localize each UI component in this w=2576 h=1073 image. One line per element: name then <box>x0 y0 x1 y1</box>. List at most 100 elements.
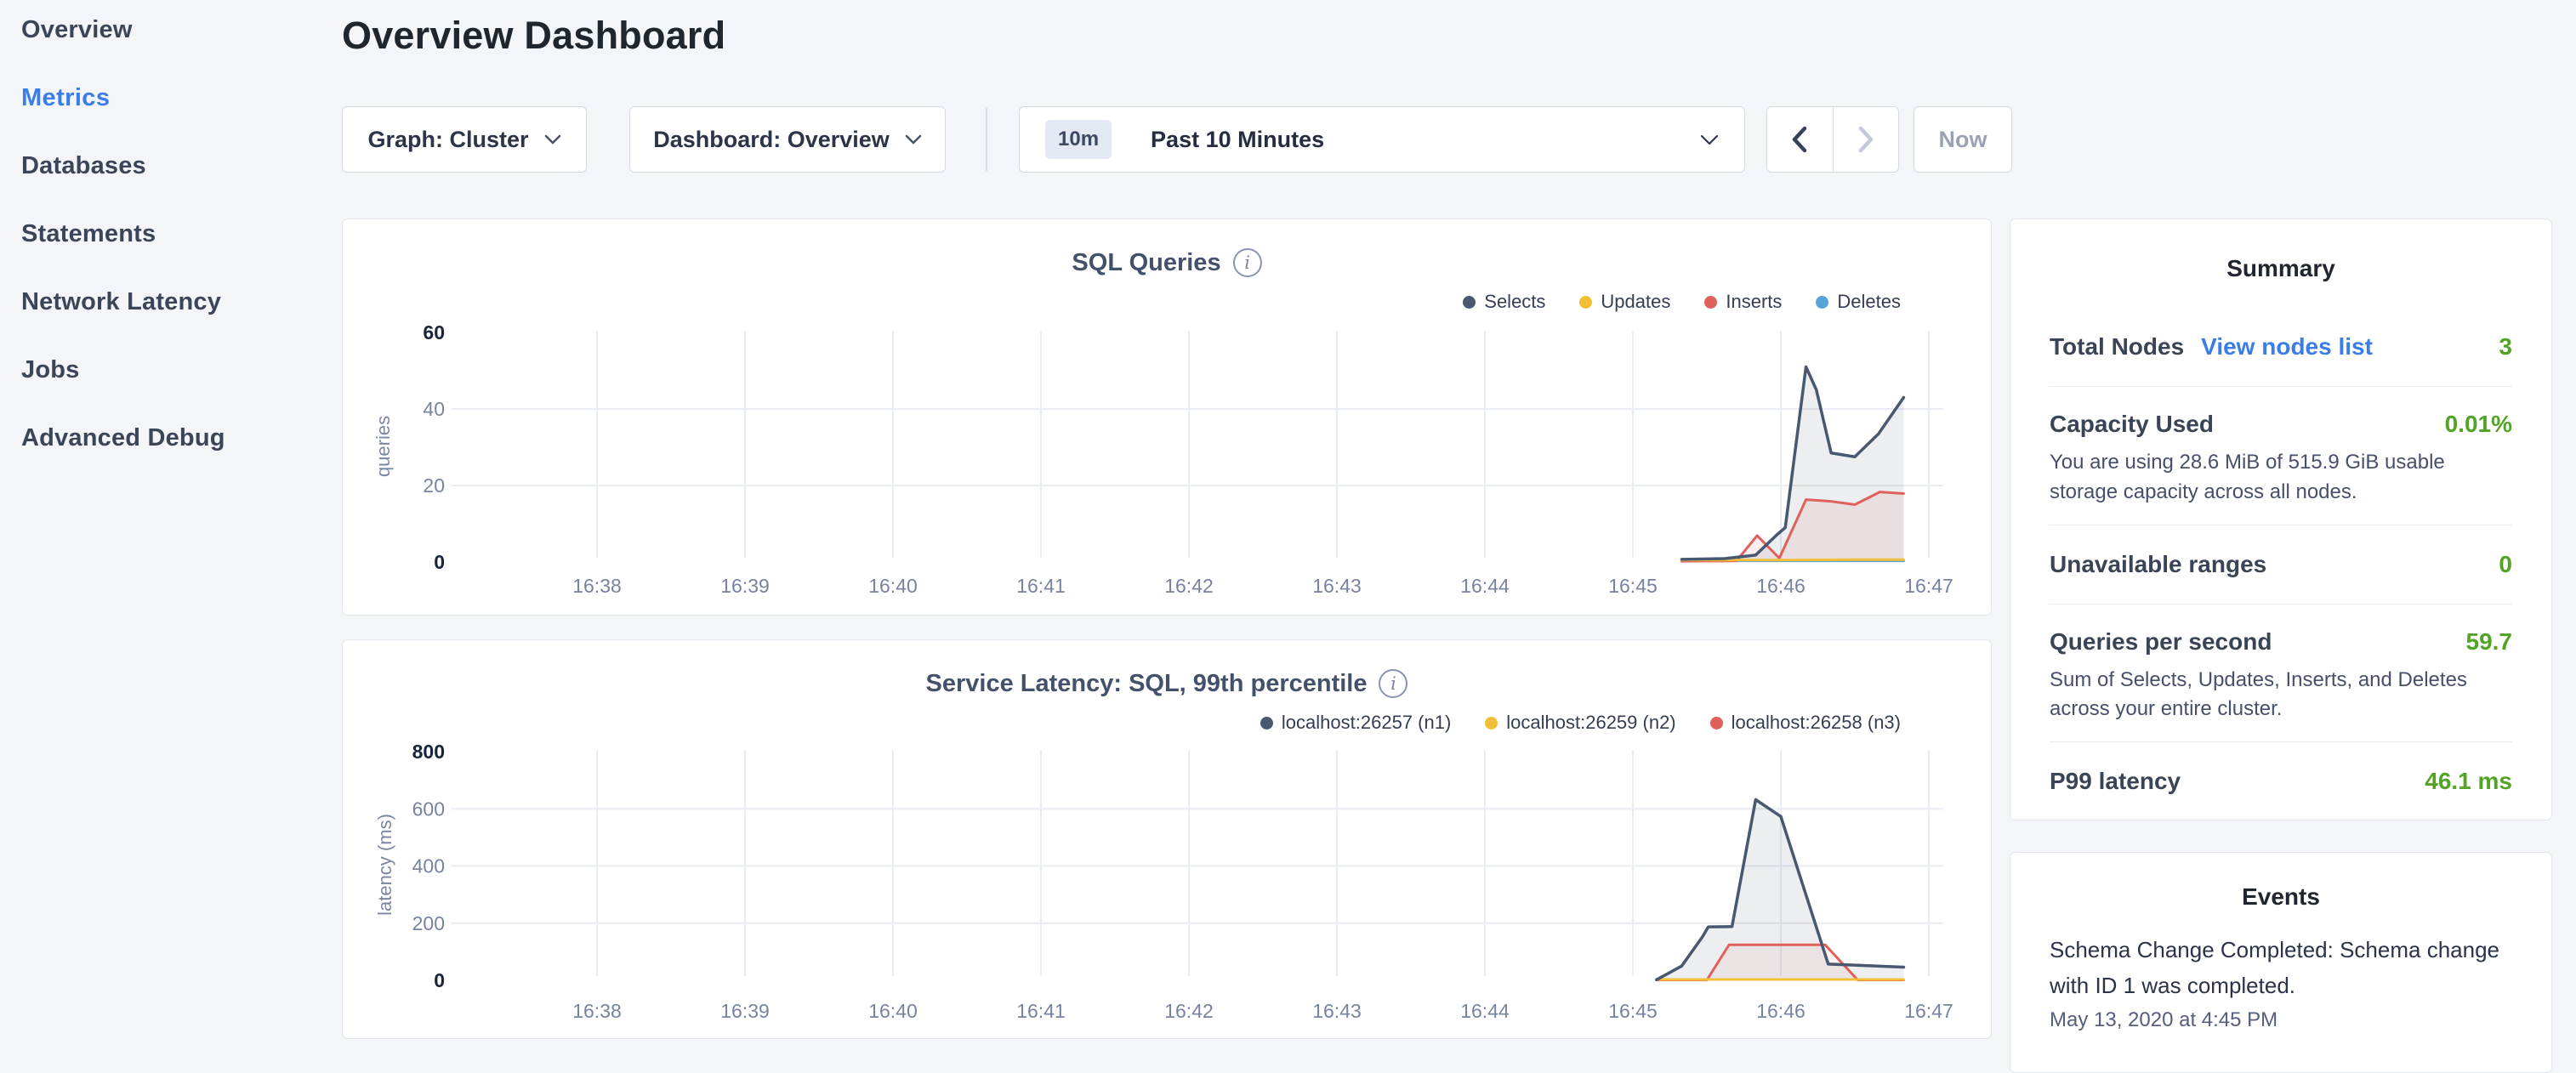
svg-text:16:40: 16:40 <box>868 575 918 597</box>
graph-dropdown-label: Graph: Cluster <box>367 127 528 153</box>
svg-text:200: 200 <box>412 912 445 934</box>
sql-queries-chart-svg: 16:3816:3916:4016:4116:4216:4316:4416:45… <box>343 219 1992 616</box>
summary-row-queries-per-second: Queries per second 59.7 Sum of Selects, … <box>2050 605 2512 743</box>
summary-value: 46.1 ms <box>2425 768 2512 795</box>
toolbar-divider <box>986 108 987 171</box>
legend-dot-icon <box>1260 717 1273 730</box>
legend-dot-icon <box>1579 296 1592 309</box>
svg-text:16:44: 16:44 <box>1460 575 1510 597</box>
svg-text:16:40: 16:40 <box>868 1000 918 1022</box>
svg-text:16:42: 16:42 <box>1164 1000 1214 1022</box>
time-range-badge: 10m <box>1045 120 1112 159</box>
svg-text:16:41: 16:41 <box>1016 575 1066 597</box>
svg-text:40: 40 <box>423 398 445 420</box>
svg-text:16:44: 16:44 <box>1460 1000 1510 1022</box>
info-icon[interactable]: i <box>1379 669 1407 698</box>
time-back-button[interactable] <box>1766 106 1833 173</box>
chevron-down-icon <box>905 134 922 145</box>
chevron-down-icon <box>544 134 561 145</box>
legend-item: Updates <box>1579 291 1670 313</box>
summary-panel: Summary Total Nodes View nodes list 3 Ca… <box>2010 219 2552 820</box>
summary-value: 0.01% <box>2445 411 2512 438</box>
svg-text:20: 20 <box>423 474 445 497</box>
legend-item: Deletes <box>1816 291 1901 313</box>
svg-text:0: 0 <box>434 551 445 573</box>
legend-dot-icon <box>1704 296 1717 309</box>
svg-text:16:43: 16:43 <box>1312 1000 1362 1022</box>
svg-text:0: 0 <box>434 969 445 991</box>
summary-row-p99-latency: P99 latency 46.1 ms <box>2050 742 2512 820</box>
legend-label: localhost:26257 (n1) <box>1282 712 1451 734</box>
summary-row-capacity-used: Capacity Used 0.01% You are using 28.6 M… <box>2050 387 2512 525</box>
summary-label: Total Nodes <box>2050 333 2184 361</box>
summary-label: Capacity Used <box>2050 411 2214 438</box>
y-axis-label: queries <box>372 416 395 477</box>
event-timestamp: May 13, 2020 at 4:45 PM <box>2050 1008 2512 1032</box>
legend-dot-icon <box>1485 717 1498 730</box>
svg-text:16:45: 16:45 <box>1608 1000 1658 1022</box>
legend-item: localhost:26257 (n1) <box>1260 712 1451 734</box>
dashboard-dropdown-label: Dashboard: Overview <box>653 127 890 153</box>
legend-item: localhost:26259 (n2) <box>1485 712 1675 734</box>
svg-text:16:38: 16:38 <box>572 1000 622 1022</box>
svg-text:16:41: 16:41 <box>1016 1000 1066 1022</box>
summary-value: 0 <box>2499 551 2512 578</box>
legend-item: Selects <box>1463 291 1545 313</box>
view-nodes-list-link[interactable]: View nodes list <box>2201 333 2373 361</box>
legend-dot-icon <box>1463 296 1476 309</box>
chart-title: SQL Queries <box>1072 249 1220 277</box>
sql-queries-legend: Selects Updates Inserts Deletes <box>1463 291 1901 313</box>
latency-chart-card: 16:38 16:39 16:40 16:41 16:42 16:43 16:44 16:45… <box>342 639 1992 1039</box>
summary-label: Queries per second <box>2050 628 2272 656</box>
sidebar-item-metrics[interactable]: Metrics <box>21 85 225 111</box>
sidebar-item-overview[interactable]: Overview <box>21 17 225 43</box>
svg-text:16:39: 16:39 <box>720 1000 770 1022</box>
time-forward-button[interactable] <box>1833 106 1900 173</box>
summary-value: 3 <box>2499 333 2512 361</box>
y-axis-label: latency (ms) <box>374 814 396 916</box>
graph-dropdown[interactable]: Graph: Cluster <box>342 106 587 173</box>
svg-text:16:42: 16:42 <box>1164 575 1214 597</box>
dashboard-dropdown[interactable]: Dashboard: Overview <box>629 106 946 173</box>
sidebar-item-network-latency[interactable]: Network Latency <box>21 289 225 315</box>
svg-text:600: 600 <box>412 798 445 820</box>
sidebar-item-jobs[interactable]: Jobs <box>21 357 225 383</box>
now-button[interactable]: Now <box>1914 106 2012 173</box>
legend-item: localhost:26258 (n3) <box>1710 712 1901 734</box>
legend-dot-icon <box>1710 717 1723 730</box>
svg-text:16:43: 16:43 <box>1312 575 1362 597</box>
sidebar: Overview Metrics Databases Statements Ne… <box>21 17 225 451</box>
chevron-left-icon <box>1790 125 1809 154</box>
latency-legend: localhost:26257 (n1) localhost:26259 (n2)… <box>1260 712 1901 734</box>
now-button-label: Now <box>1939 127 1987 153</box>
svg-text:16:47: 16:47 <box>1904 1000 1953 1022</box>
legend-label: Deletes <box>1837 291 1901 313</box>
sidebar-item-databases[interactable]: Databases <box>21 153 225 179</box>
legend-item: Inserts <box>1704 291 1782 313</box>
info-icon[interactable]: i <box>1233 248 1262 277</box>
summary-label: Unavailable ranges <box>2050 551 2266 578</box>
events-panel: Events Schema Change Completed: Schema c… <box>2010 852 2552 1073</box>
svg-text:16:46: 16:46 <box>1756 1000 1805 1022</box>
svg-text:60: 60 <box>423 321 445 343</box>
summary-label: P99 latency <box>2050 768 2181 795</box>
time-step-controls <box>1766 106 1899 173</box>
series-area <box>1657 799 1904 980</box>
chart-title: Service Latency: SQL, 99th percentile <box>926 670 1368 698</box>
latency-chart-svg: 16:38 16:39 16:40 16:41 16:42 16:43 16:44 16:45… <box>343 640 1992 1039</box>
event-message: Schema Change Completed: Schema change w… <box>2050 933 2500 1003</box>
time-range-picker[interactable]: 10m Past 10 Minutes <box>1019 106 1745 173</box>
event-item[interactable]: Schema Change Completed: Schema change w… <box>2050 933 2512 1032</box>
svg-text:800: 800 <box>412 741 445 763</box>
page-title: Overview Dashboard <box>342 14 725 58</box>
legend-label: localhost:26259 (n2) <box>1506 712 1675 734</box>
sidebar-item-statements[interactable]: Statements <box>21 221 225 247</box>
svg-text:400: 400 <box>412 855 445 877</box>
svg-text:16:46: 16:46 <box>1756 575 1805 597</box>
summary-row-unavailable-ranges: Unavailable ranges 0 <box>2050 525 2512 605</box>
summary-row-total-nodes: Total Nodes View nodes list 3 <box>2050 308 2512 387</box>
time-range-label: Past 10 Minutes <box>1151 127 1324 153</box>
events-title: Events <box>2010 853 2551 911</box>
sidebar-item-advanced-debug[interactable]: Advanced Debug <box>21 425 225 451</box>
svg-text:16:38: 16:38 <box>572 575 622 597</box>
